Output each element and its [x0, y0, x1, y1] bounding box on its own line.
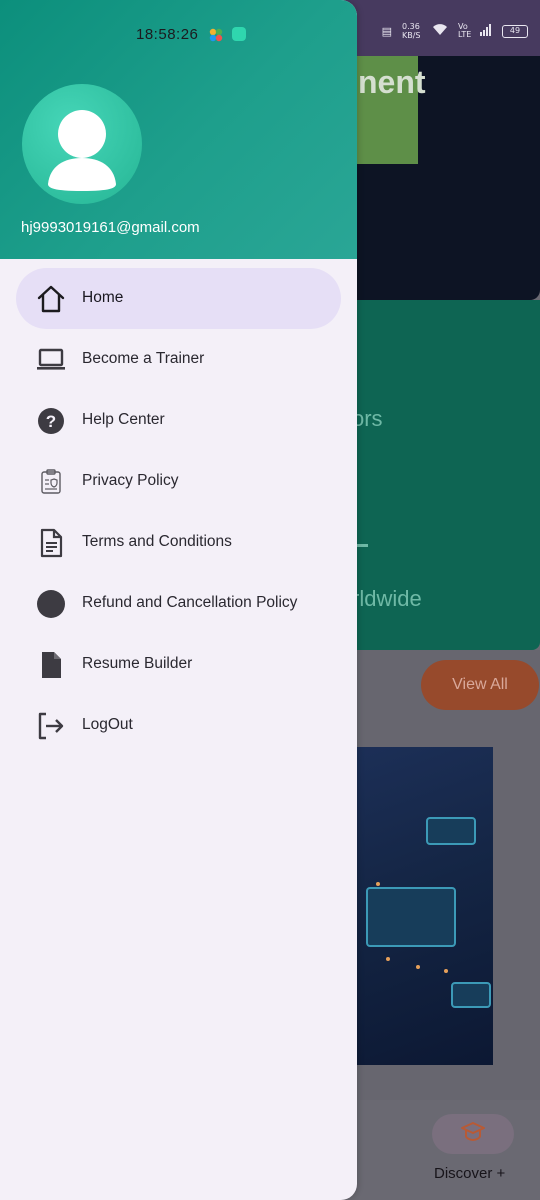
- banner-title: nent: [358, 64, 426, 100]
- circuit-chip: [366, 887, 456, 947]
- discover-tab-label[interactable]: Discover +: [434, 1165, 505, 1182]
- circle-icon: [35, 588, 67, 620]
- person-icon: [48, 110, 116, 191]
- status-time: 18:58:26: [136, 26, 199, 43]
- help-icon: ?: [35, 405, 67, 437]
- circuit-chip: [426, 817, 476, 845]
- menu-item-help-center[interactable]: ? Help Center: [16, 390, 341, 451]
- status-icons: ▤ 0.36 KB/S Vo LTE 49: [382, 22, 528, 40]
- menu-item-refund-policy[interactable]: Refund and Cancellation Policy: [16, 573, 341, 634]
- menu-item-label: Help Center: [82, 411, 165, 428]
- user-email: hj9993019161@gmail.com: [21, 219, 200, 236]
- message-icon: [232, 27, 246, 41]
- menu-item-resume-builder[interactable]: Resume Builder: [16, 634, 341, 695]
- menu-item-logout[interactable]: LogOut: [16, 695, 341, 756]
- menu-item-label: Home: [82, 289, 124, 306]
- menu-item-label: Terms and Conditions: [82, 533, 232, 550]
- menu-item-label: LogOut: [82, 716, 133, 733]
- laptop-icon: [35, 344, 67, 376]
- menu-item-label: Become a Trainer: [82, 350, 205, 367]
- home-icon: [35, 283, 67, 315]
- course-image[interactable]: [356, 747, 493, 1065]
- wifi-icon: [432, 23, 448, 39]
- drawer-header: 18:58:26 hj9993019161@gmail.com: [0, 0, 357, 259]
- graduation-cap-icon: [460, 1121, 486, 1148]
- circuit-light: [376, 882, 380, 886]
- menu-item-privacy-policy[interactable]: Privacy Policy: [16, 451, 341, 512]
- circuit-light: [444, 969, 448, 973]
- document-icon: [35, 527, 67, 559]
- file-icon: [35, 649, 67, 681]
- logout-icon: [35, 710, 67, 742]
- vibrate-icon: ▤: [381, 24, 392, 38]
- navigation-drawer: 18:58:26 hj9993019161@gmail.com Home Bec…: [0, 0, 357, 1200]
- circuit-light: [386, 957, 390, 961]
- circuit-chip: [451, 982, 491, 1008]
- menu-item-home[interactable]: Home: [16, 268, 341, 329]
- menu-item-become-trainer[interactable]: Become a Trainer: [16, 329, 341, 390]
- svg-text:?: ?: [46, 412, 56, 431]
- avatar[interactable]: [22, 84, 142, 204]
- net-speed: 0.36 KB/S: [402, 22, 421, 40]
- menu-item-label: Privacy Policy: [82, 472, 179, 489]
- stats-text-worldwide: rldwide: [352, 586, 422, 611]
- view-all-button[interactable]: View All: [421, 660, 539, 710]
- menu-item-label: Resume Builder: [82, 655, 193, 672]
- circuit-light: [416, 965, 420, 969]
- discover-tab[interactable]: [432, 1114, 514, 1154]
- menu-item-label: Refund and Cancellation Policy: [82, 594, 298, 611]
- menu-item-terms[interactable]: Terms and Conditions: [16, 512, 341, 573]
- pinwheel-icon: [209, 28, 223, 42]
- battery-icon: 49: [502, 24, 528, 38]
- policy-icon: [35, 466, 67, 498]
- signal-label: Vo LTE: [458, 22, 472, 39]
- signal-icon: [480, 23, 492, 39]
